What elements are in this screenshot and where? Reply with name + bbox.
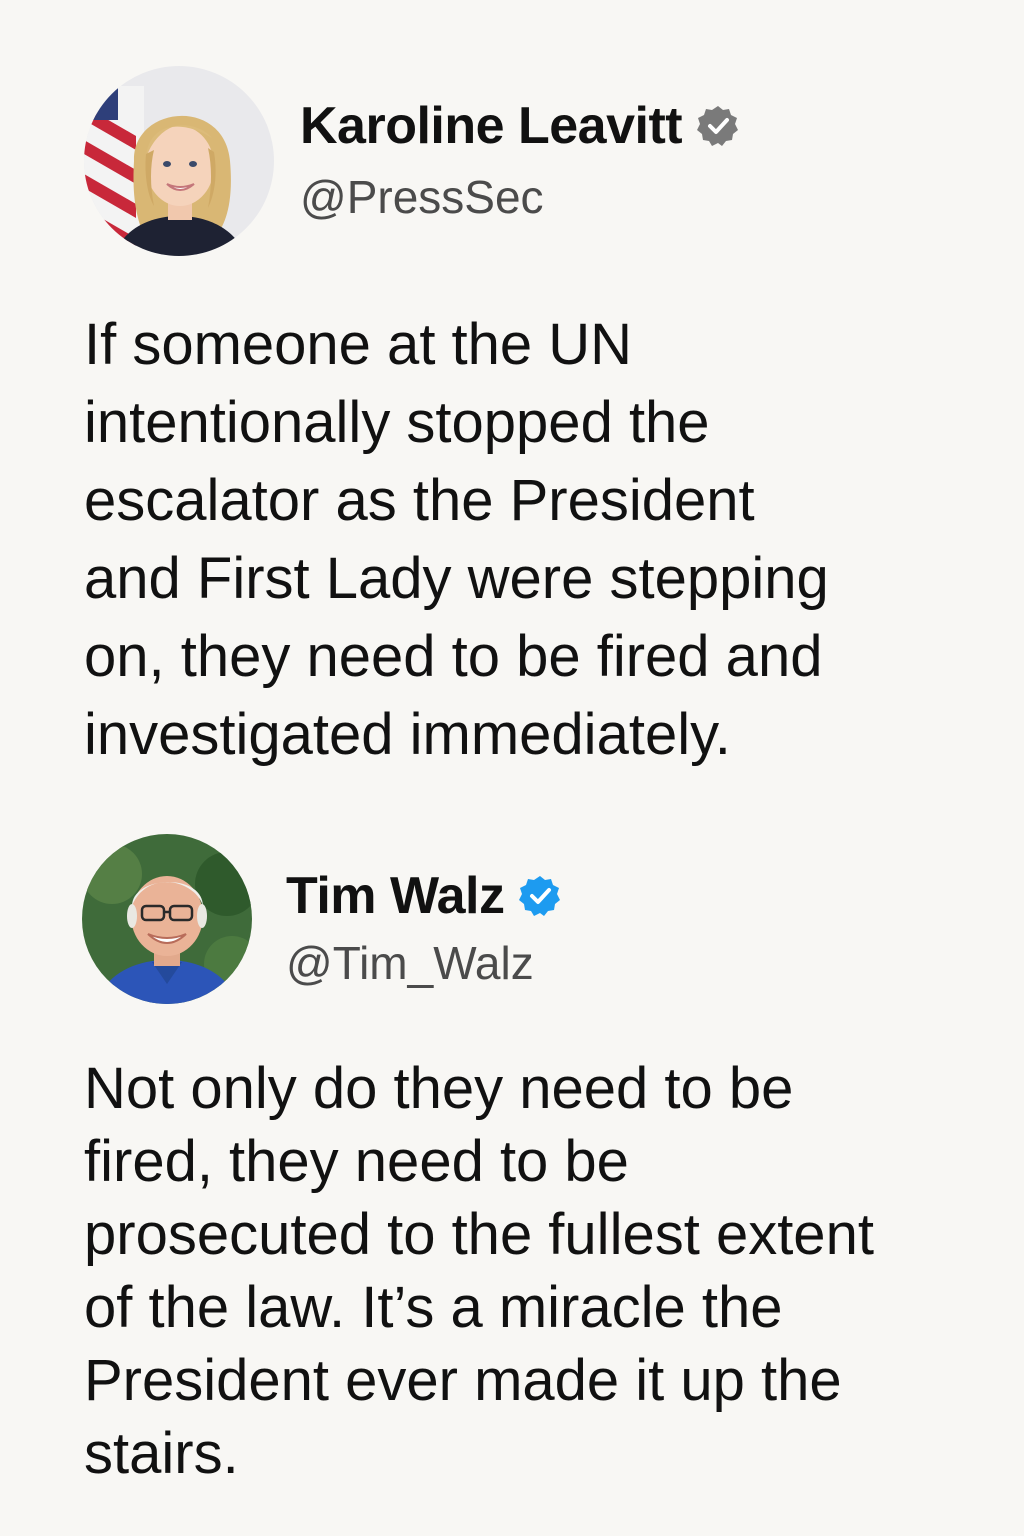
- profile-photo-woman-flag-icon: [84, 66, 274, 256]
- tweet-card-tim-walz: Tim Walz @Tim_Walz Not only do they need…: [0, 820, 1024, 1536]
- verified-badge-icon: [696, 104, 740, 148]
- tweet-text-line: fired, they need to be: [84, 1129, 629, 1194]
- author-row: Karoline Leavitt: [300, 96, 740, 156]
- handle[interactable]: @Tim_Walz: [286, 936, 534, 990]
- tweet-card-presssec: Karoline Leavitt @PressSec If someone at…: [0, 0, 1024, 800]
- display-name[interactable]: Karoline Leavitt: [300, 96, 683, 156]
- avatar-karoline-leavitt[interactable]: [84, 66, 274, 256]
- tweet-text: If someone at the UN intentionally stopp…: [84, 306, 1004, 774]
- tweet-text-line: President ever made it up the: [84, 1348, 842, 1413]
- tweet-text-line: Not only do they need to be: [84, 1056, 794, 1121]
- tweet-text-line: investigated immediately.: [84, 702, 731, 767]
- avatar-tim-walz[interactable]: [82, 834, 252, 1004]
- verified-badge-icon: [518, 874, 562, 918]
- tweet-text: Not only do they need to be fired, they …: [84, 1052, 1004, 1490]
- tweet-text-line: intentionally stopped the: [84, 390, 710, 455]
- tweet-text-line: of the law. It’s a miracle the: [84, 1275, 783, 1340]
- display-name[interactable]: Tim Walz: [286, 866, 505, 926]
- handle[interactable]: @PressSec: [300, 170, 544, 224]
- profile-photo-man-glasses-icon: [82, 834, 252, 1004]
- tweet-text-line: stairs.: [84, 1421, 239, 1486]
- tweet-text-line: If someone at the UN: [84, 312, 633, 377]
- tweet-text-line: prosecuted to the fullest extent: [84, 1202, 874, 1267]
- tweet-text-line: and First Lady were stepping: [84, 546, 829, 611]
- tweet-text-line: escalator as the President: [84, 468, 755, 533]
- tweet-text-line: on, they need to be fired and: [84, 624, 823, 689]
- author-row: Tim Walz: [286, 866, 562, 926]
